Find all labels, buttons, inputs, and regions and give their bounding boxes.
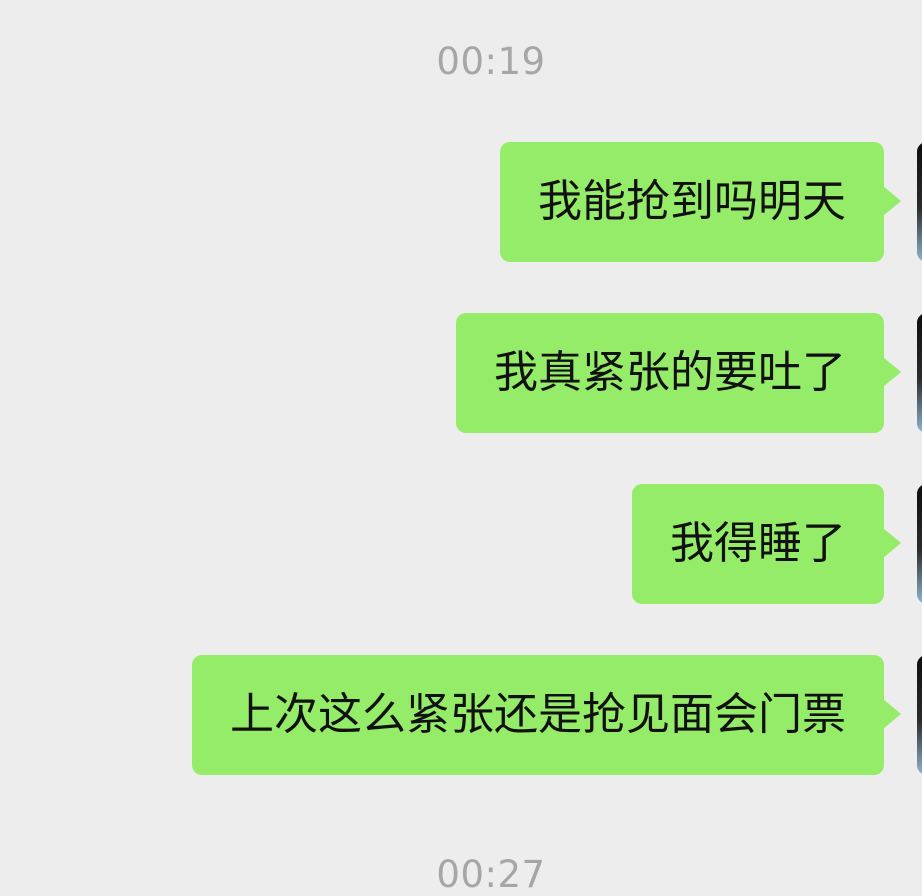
message-row: 我真紧张的要吐了 — [456, 313, 901, 433]
message-row: 上次这么紧张还是抢见面会门票 — [192, 655, 901, 775]
outgoing-message-bubble[interactable]: 上次这么紧张还是抢见面会门票 — [192, 655, 901, 775]
avatar[interactable] — [917, 484, 922, 604]
outgoing-message-bubble[interactable]: 我得睡了 — [632, 484, 901, 604]
timestamp: 00:27 — [436, 853, 546, 896]
outgoing-message-bubble[interactable]: 我能抢到吗明天 — [500, 142, 901, 262]
avatar[interactable] — [917, 142, 922, 262]
timestamp: 00:19 — [436, 40, 546, 83]
message-row: 我能抢到吗明天 — [500, 142, 901, 262]
avatar[interactable] — [917, 313, 922, 433]
avatar[interactable] — [917, 655, 922, 775]
outgoing-message-bubble[interactable]: 我真紧张的要吐了 — [456, 313, 901, 433]
message-row: 我得睡了 — [632, 484, 901, 604]
